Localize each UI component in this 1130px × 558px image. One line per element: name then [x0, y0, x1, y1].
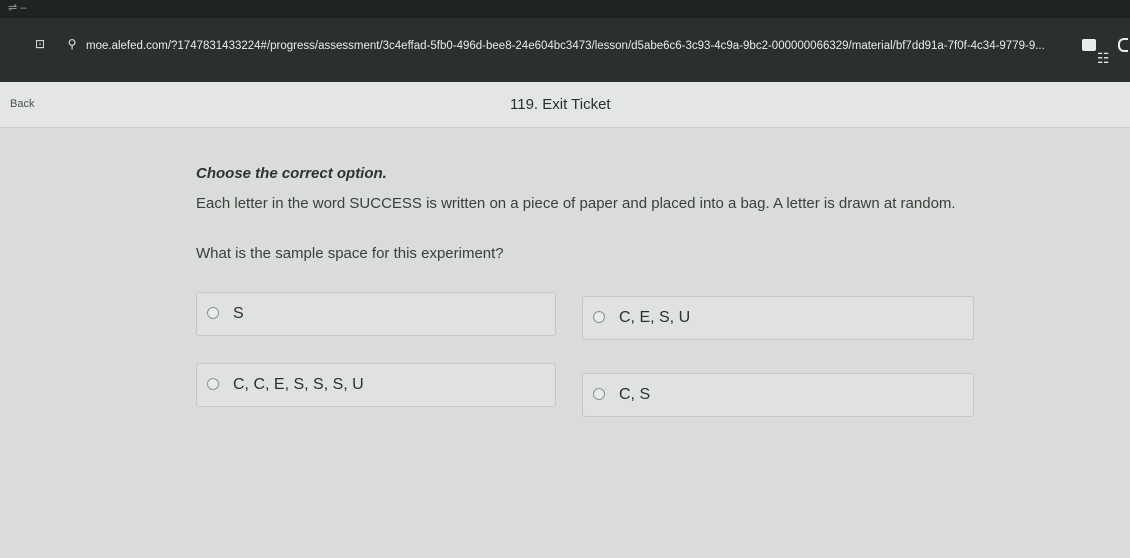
radio-button[interactable]	[593, 388, 605, 400]
location-pin-icon: ⚲	[67, 37, 77, 51]
address-bar[interactable]: ⊡ ⚲ moe.alefed.com/?1747831433224#/progr…	[0, 30, 1130, 60]
question-instruction: Choose the correct option.	[196, 165, 387, 182]
option-1[interactable]: S	[196, 292, 556, 336]
url-text[interactable]: moe.alefed.com/?1747831433224#/progress/…	[86, 38, 1076, 54]
radio-button[interactable]	[207, 378, 219, 390]
option-3[interactable]: C, C, E, S, S, S, U	[196, 363, 556, 407]
option-2[interactable]: C, E, S, U	[582, 296, 974, 340]
question-stem: Each letter in the word SUCCESS is writt…	[196, 195, 956, 212]
option-label: C, C, E, S, S, S, U	[233, 376, 364, 393]
radio-button[interactable]	[593, 311, 605, 323]
option-label: C, S	[619, 386, 651, 403]
tab-strip: ⇌ –	[0, 0, 1130, 18]
page-icon[interactable]: ⊡	[32, 36, 48, 52]
page-header: Back 119. Exit Ticket	[0, 82, 1130, 128]
question-prompt: What is the sample space for this experi…	[196, 245, 504, 262]
radio-button[interactable]	[207, 307, 219, 319]
browser-chrome: ⇌ – ⊡ ⚲ moe.alefed.com/?1747831433224#/p…	[0, 0, 1130, 82]
option-4[interactable]: C, S	[582, 373, 974, 417]
back-link[interactable]: Back	[10, 98, 34, 110]
option-label: S	[233, 305, 244, 322]
profile-icon[interactable]	[1118, 38, 1128, 52]
apps-grid-icon[interactable]: ☷	[1097, 51, 1117, 65]
page-title: 119. Exit Ticket	[510, 96, 611, 113]
option-label: C, E, S, U	[619, 309, 691, 326]
extension-icon[interactable]	[1082, 39, 1096, 51]
tab-icon[interactable]: ⇌ –	[8, 0, 38, 16]
